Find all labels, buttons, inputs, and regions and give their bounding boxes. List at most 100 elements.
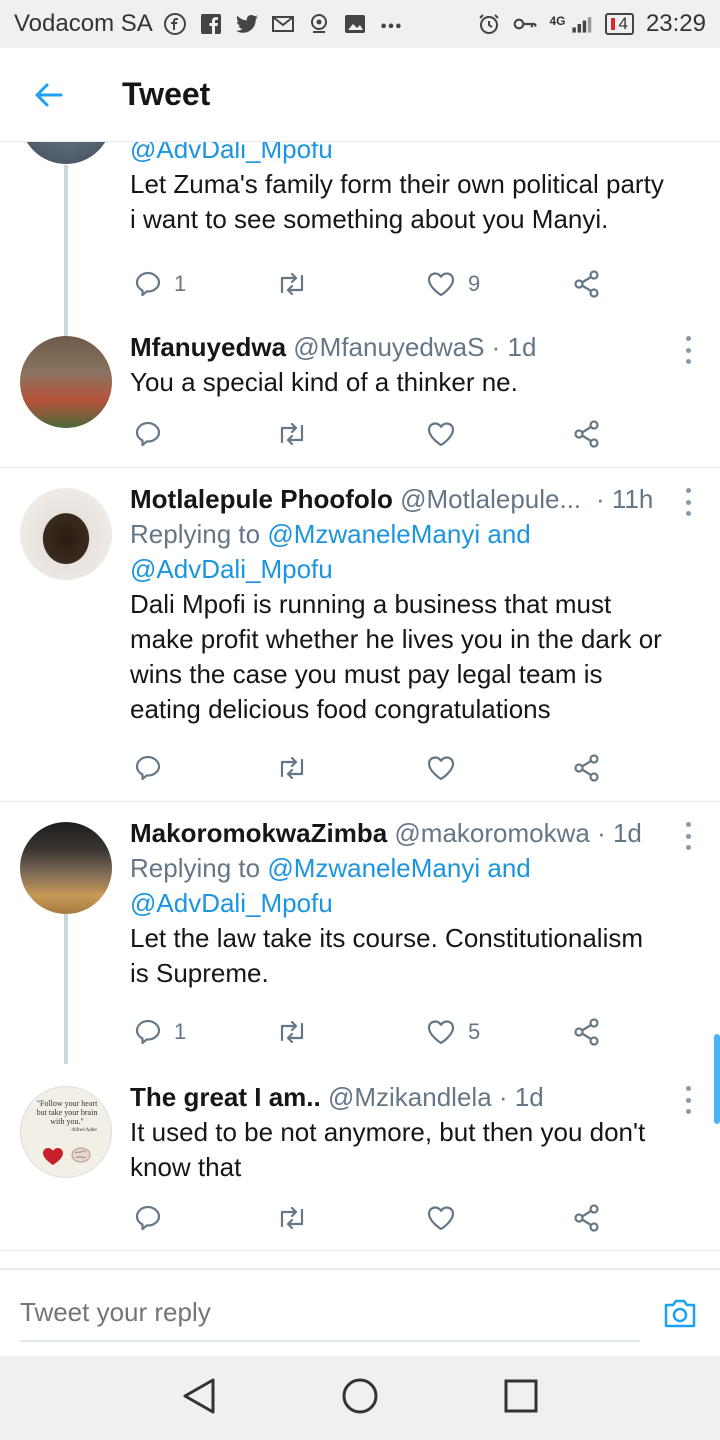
more-options-button[interactable] [684,1086,692,1114]
camera-button[interactable] [662,1296,698,1332]
alarm-icon [477,12,501,36]
like-count: 5 [468,1019,481,1044]
tweet-divider [0,1250,720,1251]
like-button[interactable] [426,1198,456,1238]
reply-to-handle[interactable]: @MzwaneleManyi [267,519,480,549]
tweet-text: eating delicious food congratulations [130,694,551,724]
nav-back-button[interactable] [181,1376,217,1421]
tweet-text: Dali Mpofi is running a business that mu… [130,589,612,619]
reply-button[interactable] [134,1198,162,1238]
author-name[interactable]: Mfanuyedwa [130,332,286,362]
author-handle[interactable]: @Mzikandlela [328,1082,492,1112]
heart-brain-illustration [43,1147,91,1165]
heart-icon [427,272,455,297]
author-handle[interactable]: @MfanuyedwaS [293,332,484,362]
reply-icon [135,271,161,297]
retweet-button[interactable] [276,414,308,454]
battery-icon: 4 [605,13,634,35]
tweet-divider [0,467,720,468]
share-button[interactable] [572,1012,602,1052]
thread-line [64,914,68,1064]
tweet-text: i want to see something about you Manyi. [130,204,609,234]
tweet-item[interactable]: "Follow your heart but take your brain w… [0,1080,720,1250]
author-handle[interactable]: @makoromokwa [394,818,589,848]
heart-icon [427,1206,455,1231]
share-button[interactable] [572,1198,602,1238]
carrier-label: Vodacom SA [14,10,153,37]
square-recents-icon [504,1379,538,1412]
gallery-icon [343,12,367,36]
reply-composer [0,1268,720,1356]
heart-icon [427,422,455,447]
more-options-button[interactable] [684,488,692,516]
avatar[interactable] [20,488,112,580]
reply-icon [135,1019,161,1045]
clock: 23:29 [645,10,706,37]
share-button[interactable] [572,748,602,788]
tweet-item[interactable]: @AdvDali_Mpofu Let Zuma's family form th… [0,142,720,421]
conversation-feed[interactable]: @AdvDali_Mpofu Let Zuma's family form th… [0,142,720,1268]
tweet-text: is Supreme. [130,958,269,988]
share-button[interactable] [572,414,602,454]
reply-button[interactable] [134,414,162,454]
reply-to-handle[interactable]: @AdvDali_Mpofu [130,142,700,167]
gmail-icon [271,12,295,36]
system-nav-bar [0,1356,720,1440]
author-name[interactable]: The great I am.. [130,1082,321,1112]
tweet-item[interactable]: MakoromokwaZimba @makoromokwa · 1d Reply… [0,816,720,1064]
reply-count: 1 [174,271,187,296]
reply-icon [135,755,161,781]
page-title: Tweet [122,76,211,112]
twitter-icon [235,12,259,36]
share-icon [574,1204,599,1232]
reply-button[interactable]: 1 [134,264,186,304]
retweet-icon [280,272,304,296]
like-button[interactable]: 5 [426,1012,480,1052]
tweet-item[interactable]: Motlalepule Phoofolo @Motlalepule... Rep… [0,482,720,802]
author-handle[interactable]: @Motlalepule... [400,484,581,514]
more-dots-icon [379,12,403,36]
timestamp: · 11h [596,484,654,514]
retweet-button[interactable] [276,1012,308,1052]
like-button[interactable] [426,748,456,788]
reply-count: 1 [174,1019,187,1044]
author-name[interactable]: Motlalepule Phoofolo [130,484,393,514]
reply-to-handle[interactable]: @AdvDali_Mpofu [130,552,700,587]
reply-to-handle[interactable]: @AdvDali_Mpofu [130,886,700,921]
camera-icon [664,1299,696,1328]
avatar[interactable] [20,142,112,164]
avatar[interactable] [20,336,112,428]
app-header: Tweet [0,48,720,142]
and-label: and [487,853,531,883]
more-options-button[interactable] [684,822,692,850]
scrollbar-thumb[interactable] [714,1034,720,1124]
avatar[interactable]: "Follow your heart but take your brain w… [20,1086,112,1178]
nav-home-button[interactable] [340,1376,380,1421]
like-button[interactable]: 9 [426,264,480,304]
retweet-button[interactable] [276,264,308,304]
tweet-text: You a special kind of a thinker ne. [130,367,518,397]
tweet-item[interactable]: Mfanuyedwa @MfanuyedwaS · 1d You a speci… [0,330,720,468]
battery-level: 4 [618,14,628,33]
location-icon [307,12,331,36]
like-button[interactable] [426,414,456,454]
reply-button[interactable]: 1 [134,1012,186,1052]
retweet-button[interactable] [276,748,308,788]
and-label: and [487,519,531,549]
tweet-text: make profit whether he lives you in the … [130,624,662,654]
share-icon [574,420,599,448]
like-count: 9 [468,271,481,296]
reply-button[interactable] [134,748,162,788]
back-button[interactable] [0,48,96,142]
share-button[interactable] [572,264,602,304]
reply-input[interactable] [20,1284,640,1342]
retweet-icon [280,756,304,780]
nav-recents-button[interactable] [503,1378,539,1419]
reply-to-handle[interactable]: @MzwaneleManyi [267,853,480,883]
author-name[interactable]: MakoromokwaZimba [130,818,387,848]
tweet-text: wins the case you must pay legal team is [130,659,603,689]
retweet-button[interactable] [276,1198,308,1238]
avatar[interactable] [20,822,112,914]
heart-icon [427,1020,455,1045]
more-options-button[interactable] [684,336,692,364]
